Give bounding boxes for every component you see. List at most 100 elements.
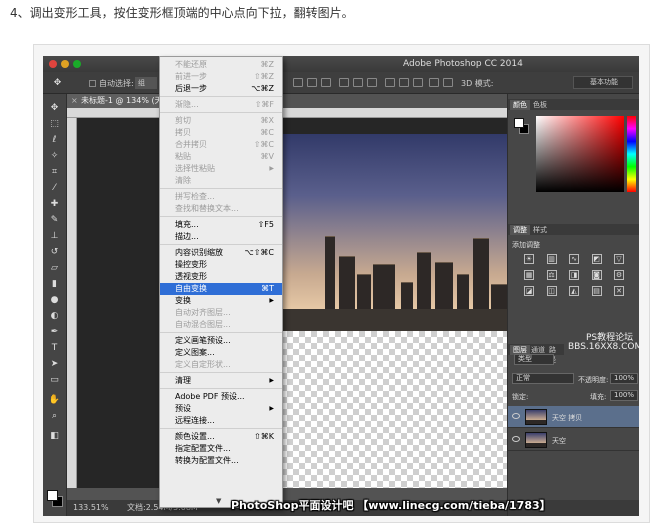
threshold-icon[interactable]: ◭	[569, 286, 579, 296]
zoom-level[interactable]: 133.51%	[73, 500, 109, 516]
align-left-icon[interactable]	[339, 78, 349, 87]
auto-select-dropdown[interactable]: 组	[135, 77, 157, 89]
menu-item[interactable]: 填充... ⇧F5	[160, 219, 282, 231]
fill-input[interactable]: 100%	[610, 390, 638, 401]
tab-swatches[interactable]: 色板	[530, 100, 550, 110]
marquee-tool-icon[interactable]: ⬚	[48, 118, 61, 130]
blur-tool-icon[interactable]: ●	[48, 294, 61, 306]
gradient-map-icon[interactable]: ▤	[591, 286, 602, 296]
photoshop-window: Adobe Photoshop CC 2014 ✥ 自动选择: 组 3D 模式:…	[43, 56, 639, 516]
tab-color[interactable]: 颜色	[510, 100, 530, 110]
dodge-tool-icon[interactable]: ◐	[48, 310, 61, 322]
eraser-tool-icon[interactable]: ▱	[48, 262, 61, 274]
menu-item[interactable]: 颜色设置... ⇧⌘K	[160, 431, 282, 443]
zoom-window-icon[interactable]	[73, 60, 81, 68]
tab-adjustments[interactable]: 调整	[510, 225, 530, 235]
menu-item[interactable]: 操控变形	[160, 259, 282, 271]
curves-icon[interactable]: ∿	[569, 254, 579, 264]
watermark-banner: PhotoShop平面设计吧 【www.linecg.com/tieba/178…	[231, 499, 551, 512]
channel-mixer-icon[interactable]: ⚙	[614, 270, 624, 280]
eyedropper-tool-icon[interactable]: ⁄	[48, 182, 61, 194]
menu-item[interactable]: Adobe PDF 预设...	[160, 391, 282, 403]
align-top-icon[interactable]	[293, 78, 303, 87]
posterize-icon[interactable]: ◫	[546, 286, 557, 296]
path-select-tool-icon[interactable]: ➤	[48, 358, 61, 370]
menu-item: 不能还原 ⌘Z	[160, 59, 282, 71]
selective-color-icon[interactable]: ✕	[614, 286, 624, 296]
layer-row[interactable]: 天空 拷贝	[508, 406, 639, 428]
color-balance-icon[interactable]: ⚖	[546, 270, 557, 280]
layer-row[interactable]: 天空	[508, 429, 639, 451]
menu-item[interactable]: 转换为配置文件...	[160, 455, 282, 467]
move-tool-icon[interactable]: ✥	[48, 102, 61, 114]
clone-stamp-tool-icon[interactable]: ⊥	[48, 230, 61, 242]
history-brush-tool-icon[interactable]: ↺	[48, 246, 61, 258]
gradient-tool-icon[interactable]: ▮	[48, 278, 61, 290]
layer-filter-dropdown[interactable]: 类型	[514, 354, 554, 365]
black-white-icon[interactable]: ◨	[569, 270, 579, 280]
menu-item[interactable]: 变换 ▶	[160, 295, 282, 307]
brightness-icon[interactable]: ☀	[524, 254, 534, 264]
menu-item-label: 颜色设置...	[175, 432, 215, 441]
vertical-ruler[interactable]	[67, 118, 77, 488]
foreground-color-swatch[interactable]	[47, 490, 58, 501]
workspace-dropdown[interactable]: 基本功能	[573, 76, 633, 89]
align-hcenter-icon[interactable]	[353, 78, 363, 87]
menu-item[interactable]: 后退一步 ⌥⌘Z	[160, 83, 282, 95]
menu-item[interactable]: 远程连接...	[160, 415, 282, 427]
healing-brush-tool-icon[interactable]: ✚	[48, 198, 61, 210]
brush-tool-icon[interactable]: ✎	[48, 214, 61, 226]
menu-item[interactable]: 描边...	[160, 231, 282, 243]
lasso-tool-icon[interactable]: ℓ	[48, 134, 61, 146]
distribute-top-icon[interactable]	[385, 78, 395, 87]
distribute-right-icon[interactable]	[443, 78, 453, 87]
distribute-vcenter-icon[interactable]	[399, 78, 409, 87]
hue-slider[interactable]	[627, 116, 636, 192]
menu-item-label: 定义自定形状...	[175, 360, 231, 369]
menu-item[interactable]: 定义画笔预设...	[160, 335, 282, 347]
eye-icon[interactable]	[512, 436, 520, 442]
opacity-input[interactable]: 100%	[610, 373, 638, 384]
align-right-icon[interactable]	[367, 78, 377, 87]
blend-mode-dropdown[interactable]: 正常	[512, 373, 574, 384]
distribute-bottom-icon[interactable]	[413, 78, 423, 87]
panel-foreground-swatch[interactable]	[514, 118, 524, 128]
type-tool-icon[interactable]: T	[48, 342, 61, 354]
horizontal-ruler[interactable]	[67, 108, 507, 118]
distribute-left-icon[interactable]	[429, 78, 439, 87]
levels-icon[interactable]: ▥	[546, 254, 557, 264]
move-tool-icon[interactable]: ✥	[51, 77, 64, 89]
menu-scroll-down-icon[interactable]: ▼	[216, 497, 221, 505]
pen-tool-icon[interactable]: ✒	[48, 326, 61, 338]
menu-item[interactable]: 自由变换 ⌘T	[160, 283, 282, 295]
document-tab[interactable]: × 未标题-1 @ 134% (天	[67, 94, 163, 108]
menu-item[interactable]: 指定配置文件...	[160, 443, 282, 455]
crop-tool-icon[interactable]: ⌗	[48, 166, 61, 178]
menu-item[interactable]: 内容识别缩放 ⌥⇧⌘C	[160, 247, 282, 259]
align-vcenter-icon[interactable]	[307, 78, 317, 87]
hue-saturation-icon[interactable]: ▦	[524, 270, 534, 280]
auto-select-checkbox[interactable]	[89, 80, 96, 87]
eye-icon[interactable]	[512, 413, 520, 419]
color-picker-field[interactable]	[536, 116, 624, 192]
menu-item[interactable]: 清理 ▶	[160, 375, 282, 387]
align-bottom-icon[interactable]	[321, 78, 331, 87]
zoom-tool-icon[interactable]: ⌕	[48, 410, 61, 422]
close-window-icon[interactable]	[49, 60, 57, 68]
default-colors-icon[interactable]: ◧	[48, 430, 61, 442]
quick-select-tool-icon[interactable]: ✧	[48, 150, 61, 162]
menu-item[interactable]: 预设 ▶	[160, 403, 282, 415]
menu-item[interactable]: 透视变形	[160, 271, 282, 283]
hand-tool-icon[interactable]: ✋	[48, 394, 61, 406]
invert-icon[interactable]: ◪	[524, 286, 534, 296]
menu-item: 自动混合图层...	[160, 319, 282, 331]
minimize-window-icon[interactable]	[61, 60, 69, 68]
photo-filter-icon[interactable]: ◙	[591, 270, 602, 280]
exposure-icon[interactable]: ◩	[591, 254, 602, 264]
rectangle-tool-icon[interactable]: ▭	[48, 374, 61, 386]
tab-styles[interactable]: 样式	[530, 225, 550, 235]
close-tab-icon[interactable]: ×	[71, 94, 78, 108]
menu-item[interactable]: 定义图案...	[160, 347, 282, 359]
vibrance-icon[interactable]: ▽	[614, 254, 624, 264]
menu-item-label: 拷贝	[175, 128, 191, 137]
